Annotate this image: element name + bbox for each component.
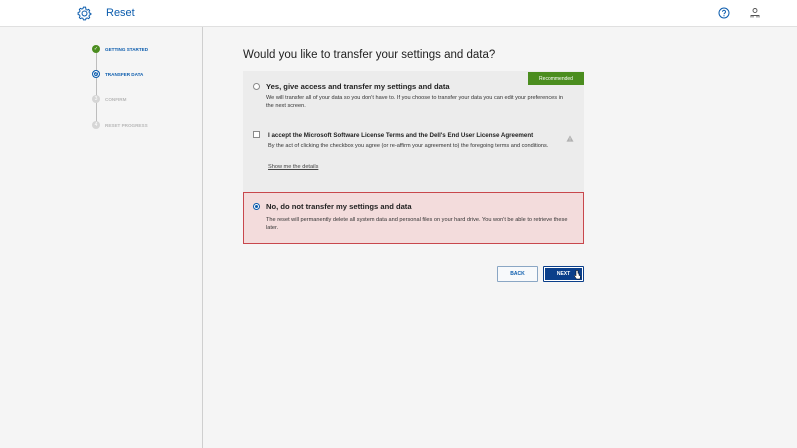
app-header: Reset [0, 0, 797, 27]
back-button[interactable]: BACK [497, 266, 538, 282]
check-icon: ✓ [92, 45, 100, 53]
license-desc: By the act of clicking the checkbox you … [268, 143, 549, 149]
transfer-yes-radio[interactable] [253, 83, 260, 90]
help-icon[interactable] [718, 7, 730, 19]
option-transfer-panel: Recommended Yes, give access and transfe… [243, 71, 584, 211]
show-details-link[interactable]: Show me the details [268, 164, 318, 170]
gear-icon [77, 6, 92, 21]
step-number: 4 [92, 121, 100, 129]
transfer-no-radio[interactable] [253, 203, 260, 210]
steps-connector [96, 52, 97, 126]
license-title[interactable]: I accept the Microsoft Software License … [268, 132, 533, 139]
step-number: 2 [92, 70, 100, 78]
step-label: GETTING STARTED [105, 46, 149, 52]
step-confirm: 3 CONFIRM [92, 94, 126, 104]
step-label: CONFIRM [105, 96, 127, 102]
recommended-badge: Recommended [528, 72, 584, 85]
steps-sidebar: ✓ GETTING STARTED 2 TRANSFER DATA 3 CONF… [0, 27, 203, 448]
transfer-no-desc: The reset will permanently delete all sy… [266, 217, 568, 232]
step-number: 3 [92, 95, 100, 103]
step-label: TRANSFER DATA [105, 71, 144, 77]
mouse-cursor-icon [574, 270, 581, 280]
step-reset-progress: 4 RESET PROGRESS [92, 120, 148, 130]
option-no-transfer-panel[interactable]: No, do not transfer my settings and data… [243, 192, 584, 244]
step-label: RESET PROGRESS [105, 122, 148, 128]
main-content: Would you like to transfer your settings… [204, 27, 797, 448]
account-icon[interactable] [749, 7, 761, 19]
step-getting-started: ✓ GETTING STARTED [92, 44, 148, 54]
app-title: Reset [106, 7, 135, 19]
transfer-no-title[interactable]: No, do not transfer my settings and data [266, 202, 412, 211]
transfer-yes-desc: We will transfer all of your data so you… [266, 95, 563, 110]
page-title: Would you like to transfer your settings… [243, 49, 496, 61]
step-transfer-data: 2 TRANSFER DATA [92, 69, 143, 79]
license-checkbox[interactable] [253, 131, 260, 138]
warning-icon [566, 135, 574, 142]
transfer-yes-title[interactable]: Yes, give access and transfer my setting… [266, 82, 450, 91]
